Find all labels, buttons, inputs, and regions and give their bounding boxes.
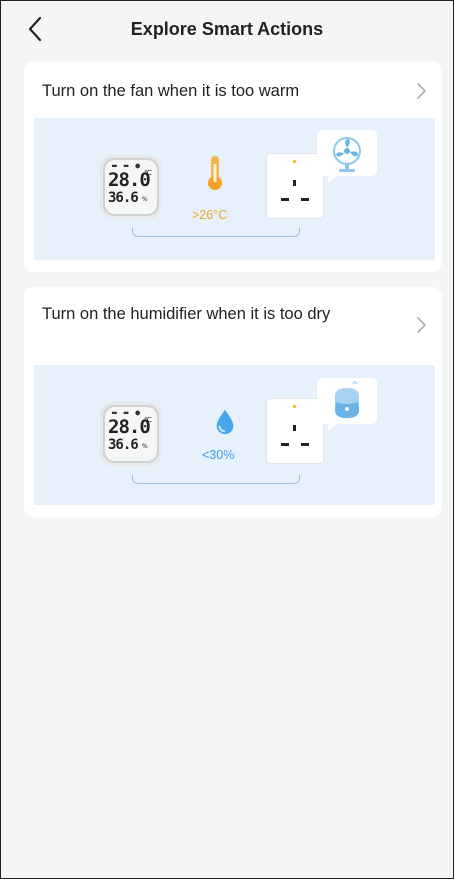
chevron-right-icon (417, 317, 426, 333)
humidity-unit: % (142, 196, 148, 203)
sensor-humidity: 36.6 (108, 190, 139, 206)
humidity-unit: % (142, 443, 148, 450)
smart-action-card-humidifier[interactable]: Turn on the humidifier when it is too dr… (24, 287, 442, 517)
page-title: Explore Smart Actions (130, 19, 324, 39)
smart-action-title: Turn on the fan when it is too warm (42, 82, 300, 100)
smart-action-card-fan[interactable]: Turn on the fan when it is too warm ▬ ▬ … (24, 61, 442, 272)
header: Explore Smart Actions (1, 1, 453, 57)
connector-line (132, 228, 300, 237)
fan-icon (317, 130, 377, 183)
sensor-humidity: 36.6 (108, 437, 139, 453)
condition-label: >26°C (192, 208, 228, 222)
sensor-display: ▬ ▬ ● 28.0 ℃ 36.6 % (100, 155, 162, 219)
action-illustration: ▬ ▬ ● 28.0 ℃ 36.6 % >26°C (34, 118, 435, 260)
thermometer-icon (208, 156, 222, 190)
condition-label: <30% (202, 448, 235, 462)
temperature-unit: ℃ (144, 416, 152, 424)
temperature-unit: ℃ (144, 169, 152, 177)
connector-line (132, 475, 300, 484)
humidifier-icon (317, 378, 377, 431)
water-drop-icon (216, 409, 234, 435)
smart-action-title: Turn on the humidifier when it is too dr… (42, 305, 331, 323)
action-illustration: ▬ ▬ ● 28.0 ℃ 36.6 % <30% (34, 365, 435, 505)
chevron-right-icon (417, 83, 426, 99)
sensor-display: ▬ ▬ ● 28.0 ℃ 36.6 % (100, 402, 162, 466)
